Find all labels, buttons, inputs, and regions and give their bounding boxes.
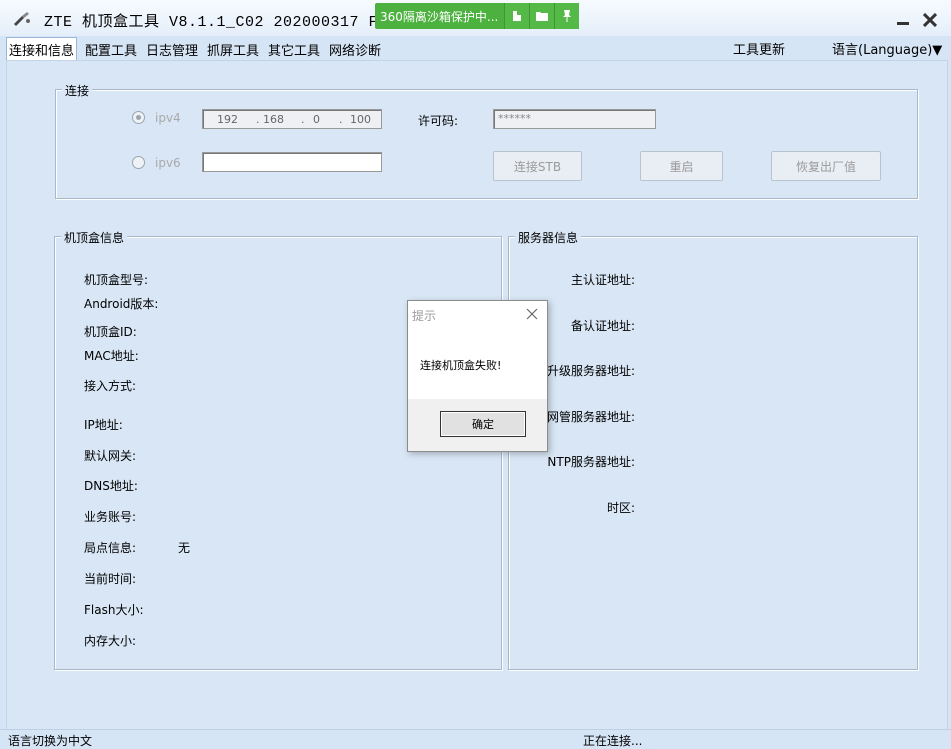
- status-bar: 语言切换为中文 正在连接...: [0, 729, 951, 749]
- dialog-footer: 确定: [408, 399, 547, 451]
- connection-group-title: 连接: [62, 82, 93, 99]
- connection-group: 连接 ipv4 192 . 168 . 0 . 100 许可码: ****** …: [55, 82, 918, 199]
- factory-reset-button[interactable]: 恢复出厂值: [771, 151, 881, 181]
- ip-octet-4: 100: [350, 113, 371, 126]
- ipv6-address-input[interactable]: [202, 152, 382, 172]
- ipv6-label: ipv6: [155, 156, 181, 170]
- dialog-ok-button[interactable]: 确定: [440, 411, 526, 437]
- primary-auth-address-label: 主认证地址:: [570, 273, 635, 287]
- mac-address-label: MAC地址:: [84, 349, 139, 363]
- stb-model-label: 机顶盒型号:: [84, 273, 149, 287]
- sandbox-text: 360隔离沙箱保护中...: [380, 9, 499, 24]
- folder-icon[interactable]: [529, 3, 555, 29]
- ipv4-label: ipv4: [155, 111, 181, 125]
- current-time-label: 当前时间:: [84, 572, 137, 586]
- site-info-label: 局点信息:: [84, 541, 137, 555]
- close-button[interactable]: [921, 12, 939, 28]
- tab-connect-info[interactable]: 连接和信息: [6, 37, 78, 62]
- close-icon: [923, 13, 937, 27]
- access-mode-label: 接入方式:: [84, 379, 137, 393]
- title-bar: ZTE 机顶盒工具 V8.1.1_C02 202000317 Fo 360隔离沙…: [0, 0, 951, 36]
- ip-address-label: IP地址:: [84, 418, 123, 432]
- dialog-title: 提示: [412, 309, 437, 323]
- server-info-group-title: 服务器信息: [515, 229, 582, 246]
- tool-update-menu[interactable]: 工具更新: [733, 39, 785, 58]
- license-label: 许可码:: [418, 114, 459, 128]
- sandbox-banner[interactable]: 360隔离沙箱保护中...: [375, 3, 580, 29]
- minimize-button[interactable]: [894, 12, 912, 28]
- default-gateway-label: 默认网关:: [84, 449, 137, 463]
- ntp-server-address-label: NTP服务器地址:: [547, 455, 635, 469]
- connect-stb-button[interactable]: 连接STB: [493, 151, 582, 181]
- stb-info-group-title: 机顶盒信息: [61, 229, 128, 246]
- flash-size-label: Flash大小:: [84, 603, 144, 617]
- dialog-message: 连接机顶盒失败!: [420, 359, 502, 372]
- nms-server-address-label: 网管服务器地址:: [546, 410, 635, 424]
- tab-network-diagnosis[interactable]: 网络诊断: [327, 39, 383, 60]
- tab-screen-capture[interactable]: 抓屏工具: [205, 39, 261, 60]
- window-title: ZTE 机顶盒工具 V8.1.1_C02 202000317 Fo: [44, 14, 388, 31]
- connection-status: 正在连接...: [583, 734, 643, 748]
- sandbox-tool-icon[interactable]: [504, 3, 530, 29]
- backup-auth-address-label: 备认证地址:: [570, 319, 635, 333]
- ipv4-address-input[interactable]: 192 . 168 . 0 . 100: [202, 109, 382, 129]
- dns-address-label: DNS地址:: [84, 479, 138, 493]
- license-value: ******: [498, 112, 531, 125]
- ipv4-radio[interactable]: [132, 111, 145, 124]
- ip-octet-2: 168: [263, 113, 284, 126]
- status-message: 语言切换为中文: [8, 734, 93, 748]
- alert-dialog: 提示 连接机顶盒失败! 确定: [407, 300, 548, 452]
- license-input[interactable]: ******: [493, 109, 656, 129]
- ipv6-radio[interactable]: [132, 156, 145, 169]
- service-account-label: 业务账号:: [84, 510, 137, 524]
- android-version-label: Android版本:: [84, 297, 159, 311]
- language-menu[interactable]: 语言(Language)▼: [832, 39, 942, 58]
- pin-icon[interactable]: [554, 3, 580, 29]
- timezone-label: 时区:: [606, 501, 635, 515]
- tab-config-tools[interactable]: 配置工具: [83, 39, 139, 60]
- tab-other-tools[interactable]: 其它工具: [266, 39, 322, 60]
- ip-octet-1: 192: [217, 113, 238, 126]
- reboot-button[interactable]: 重启: [640, 151, 723, 181]
- app-window: ZTE 机顶盒工具 V8.1.1_C02 202000317 Fo 360隔离沙…: [0, 0, 951, 749]
- site-info-value: 无: [178, 541, 191, 555]
- memory-size-label: 内存大小:: [84, 634, 137, 648]
- server-info-group: 服务器信息 主认证地址: 备认证地址: 升级服务器地址: 网管服务器地址: NT…: [508, 229, 918, 670]
- stb-id-label: 机顶盒ID:: [84, 325, 137, 339]
- tab-log-management[interactable]: 日志管理: [144, 39, 200, 60]
- menu-bar: 连接和信息 配置工具 日志管理 抓屏工具 其它工具 网络诊断 工具更新 语言(L…: [0, 36, 951, 62]
- ip-octet-3: 0: [313, 113, 320, 126]
- app-icon: [14, 12, 30, 26]
- upgrade-server-address-label: 升级服务器地址:: [546, 364, 635, 378]
- dialog-close-icon[interactable]: [525, 307, 539, 321]
